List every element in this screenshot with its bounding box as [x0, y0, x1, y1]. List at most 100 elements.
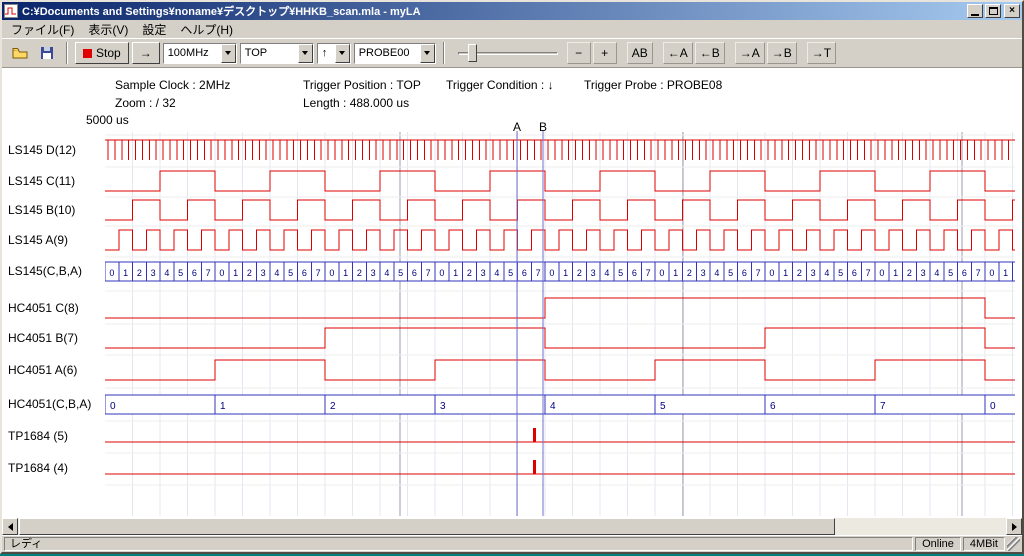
arrow-right-icon — [1012, 523, 1017, 531]
svg-text:4: 4 — [494, 268, 499, 278]
svg-text:2: 2 — [907, 268, 912, 278]
channel-label: LS145 C(11) — [8, 174, 75, 189]
svg-text:3: 3 — [591, 268, 596, 278]
svg-text:0: 0 — [989, 268, 994, 278]
status-memory: 4MBit — [963, 537, 1005, 551]
stop-label: Stop — [96, 46, 121, 60]
svg-text:1: 1 — [220, 401, 226, 412]
toolbar-buttons: −+ AB ←A←B →A→B →T — [567, 42, 836, 64]
trigger-probe-label: Trigger Probe : PROBE08 — [584, 78, 722, 92]
svg-text:4: 4 — [934, 268, 939, 278]
sample-clock-label: Sample Clock : 2MHz — [115, 78, 230, 92]
trigger-position-label: Trigger Position : TOP — [303, 78, 421, 92]
toolbar: Stop → 100MHz TOP ↑ PROBE00 −+ AB ←A←B →A→B… — [2, 38, 1022, 68]
save-button[interactable] — [35, 42, 59, 64]
toolbar-separator — [66, 42, 68, 64]
svg-text:6: 6 — [770, 401, 776, 412]
svg-text:2: 2 — [137, 268, 142, 278]
zoom-label: Zoom : / 32 — [115, 96, 176, 110]
chevron-down-icon[interactable] — [298, 44, 313, 63]
trigger-position-value: TOP — [241, 44, 298, 63]
minimize-button[interactable] — [967, 4, 983, 18]
svg-text:2: 2 — [467, 268, 472, 278]
maximize-button[interactable] — [985, 4, 1001, 18]
channel-label: LS145 B(10) — [8, 203, 75, 218]
horizontal-scrollbar[interactable] — [2, 518, 1022, 535]
scroll-left-button[interactable] — [2, 518, 18, 535]
channel-label: HC4051 C(8) — [8, 301, 79, 316]
toolbar-separator — [443, 42, 445, 64]
svg-text:5: 5 — [288, 268, 293, 278]
svg-text:1: 1 — [783, 268, 788, 278]
menu-help[interactable]: ヘルプ(H) — [173, 20, 240, 39]
svg-text:0: 0 — [219, 268, 224, 278]
channel-label: LS145(C,B,A) — [8, 264, 82, 279]
close-button[interactable]: × — [1004, 4, 1020, 18]
marker-ab-button[interactable]: AB — [627, 42, 653, 64]
svg-text:2: 2 — [247, 268, 252, 278]
goto-trigger-button[interactable]: →T — [807, 42, 836, 64]
svg-text:1: 1 — [123, 268, 128, 278]
menu-view[interactable]: 表示(V) — [81, 20, 135, 39]
svg-text:7: 7 — [206, 268, 211, 278]
chevron-down-icon[interactable] — [335, 44, 350, 63]
open-folder-icon — [12, 46, 28, 60]
svg-text:1: 1 — [233, 268, 238, 278]
svg-text:2: 2 — [357, 268, 362, 278]
svg-text:4: 4 — [274, 268, 279, 278]
menu-settings[interactable]: 設定 — [135, 20, 173, 39]
trigger-edge-select[interactable]: ↑ — [317, 43, 351, 64]
sample-rate-select[interactable]: 100MHz — [163, 43, 237, 64]
run-button[interactable]: → — [132, 42, 160, 64]
svg-text:2: 2 — [330, 401, 336, 412]
close-icon: × — [1009, 6, 1015, 16]
svg-text:1: 1 — [1003, 268, 1008, 278]
channel-label: TP1684 (5) — [8, 429, 68, 444]
zoom-in-button[interactable]: + — [593, 42, 617, 64]
resize-grip[interactable] — [1007, 537, 1020, 551]
trigger-edge-value: ↑ — [318, 44, 335, 63]
stop-icon — [83, 49, 92, 58]
svg-text:0: 0 — [329, 268, 334, 278]
svg-text:7: 7 — [316, 268, 321, 278]
svg-text:5: 5 — [838, 268, 843, 278]
svg-text:0: 0 — [990, 401, 996, 412]
channel-label: TP1684 (4) — [8, 461, 68, 476]
goto-a-right-button[interactable]: →A — [735, 42, 765, 64]
open-button[interactable] — [8, 42, 32, 64]
zoom-slider[interactable] — [458, 42, 558, 64]
goto-b-right-button[interactable]: →B — [767, 42, 797, 64]
menu-file[interactable]: ファイル(F) — [4, 20, 81, 39]
svg-text:6: 6 — [522, 268, 527, 278]
stop-button[interactable]: Stop — [75, 42, 129, 64]
svg-text:5: 5 — [728, 268, 733, 278]
svg-text:7: 7 — [536, 268, 541, 278]
svg-text:7: 7 — [866, 268, 871, 278]
trigger-condition-label: Trigger Condition : ↓ — [446, 78, 554, 92]
marker-label-b: B — [534, 120, 552, 134]
trigger-probe-select[interactable]: PROBE00 — [354, 43, 436, 64]
waveform-canvas[interactable]: 0123456701234567012345670123456701234567… — [105, 112, 1015, 516]
svg-text:3: 3 — [151, 268, 156, 278]
goto-b-left-button[interactable]: ←B — [695, 42, 725, 64]
trigger-position-select[interactable]: TOP — [240, 43, 314, 64]
svg-text:2: 2 — [577, 268, 582, 278]
chevron-down-icon[interactable] — [420, 44, 435, 63]
slider-thumb[interactable] — [468, 44, 477, 62]
status-message: レディ — [4, 537, 913, 551]
scrollbar-thumb[interactable] — [19, 518, 835, 535]
trigger-probe-value: PROBE00 — [355, 44, 420, 63]
titlebar[interactable]: C:¥Documents and Settings¥noname¥デスクトップ¥… — [2, 2, 1022, 20]
marker-label-a: A — [508, 120, 526, 134]
goto-a-left-button[interactable]: ←A — [663, 42, 693, 64]
status-online: Online — [915, 537, 961, 551]
zoom-out-button[interactable]: − — [567, 42, 591, 64]
scroll-right-button[interactable] — [1006, 518, 1022, 535]
svg-text:6: 6 — [302, 268, 307, 278]
svg-text:5: 5 — [948, 268, 953, 278]
svg-text:0: 0 — [439, 268, 444, 278]
channel-label: LS145 D(12) — [8, 143, 76, 158]
svg-text:3: 3 — [440, 401, 446, 412]
chevron-down-icon[interactable] — [221, 44, 236, 63]
svg-text:5: 5 — [178, 268, 183, 278]
